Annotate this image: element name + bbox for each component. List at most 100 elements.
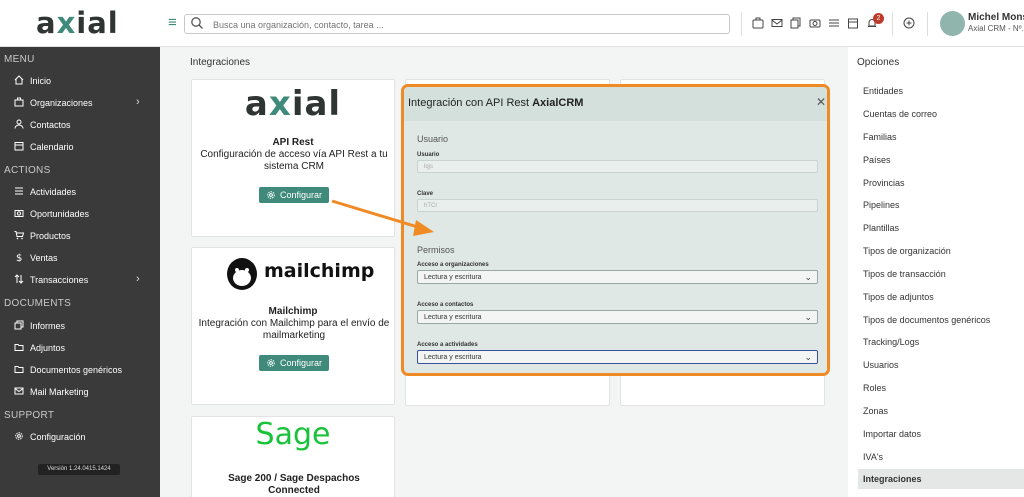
sidebar-item-productos[interactable]: Productos (14, 228, 154, 244)
option-usuarios[interactable]: Usuarios (858, 355, 1024, 375)
add-circle-icon[interactable] (903, 17, 915, 29)
sidebar-item-label: Organizaciones (30, 98, 93, 108)
header-divider (741, 12, 742, 36)
folder-icon (14, 344, 24, 351)
svg-text:$: $ (16, 253, 22, 262)
calendar-icon (14, 142, 24, 151)
option-importar-datos[interactable]: Importar datos (858, 424, 1024, 444)
sidebar-item-configuracion[interactable]: Configuración (14, 429, 154, 445)
configure-button[interactable]: Configurar (259, 355, 329, 371)
header-divider (892, 12, 893, 36)
sage-logo: Sage (255, 417, 331, 452)
configure-button-label: Configurar (280, 190, 323, 200)
option-integraciones[interactable]: Integraciones (858, 469, 1024, 489)
mailchimp-logo-text: mailchimp (264, 260, 375, 282)
option-cuentas-correo[interactable]: Cuentas de correo (858, 104, 1024, 124)
axial-logo[interactable]: axial (36, 6, 119, 40)
mail-icon (14, 387, 24, 395)
sidebar-item-actividades[interactable]: Actividades (14, 184, 154, 200)
sidebar-item-label: Adjuntos (30, 343, 66, 353)
sidebar-item-ventas[interactable]: $ Ventas (14, 250, 154, 266)
option-familias[interactable]: Familias (858, 127, 1024, 147)
modal-header: Integración con API Rest AxialCRM ✕ (404, 87, 827, 121)
sidebar-item-label: Actividades (30, 187, 77, 197)
option-zonas[interactable]: Zonas (858, 401, 1024, 421)
sidebar-item-organizaciones[interactable]: Organizaciones › (14, 95, 154, 111)
page-title: Integraciones (190, 57, 251, 68)
chevron-down-icon: ⌄ (804, 312, 812, 322)
user-icon (14, 119, 24, 129)
sidebar-item-label: Productos (30, 231, 71, 241)
option-tipos-organizacion[interactable]: Tipos de organización (858, 241, 1024, 261)
sidebar-item-label: Inicio (30, 76, 52, 86)
option-entidades[interactable]: Entidades (858, 81, 1024, 101)
version-label: Versión 1.24.0415.1424 (38, 464, 120, 475)
sidebar-item-label: Ventas (30, 253, 58, 263)
option-plantillas[interactable]: Plantillas (858, 218, 1024, 238)
header-divider (927, 12, 928, 36)
permission-select-contactos[interactable]: Lectura y escritura ⌄ (417, 310, 818, 324)
option-pipelines[interactable]: Pipelines (858, 195, 1024, 215)
mail-icon[interactable] (771, 17, 783, 29)
camera-icon[interactable] (809, 17, 821, 29)
cart-icon (14, 231, 24, 240)
options-title: Opciones (857, 57, 900, 68)
card-title: Sage 200 / Sage Despachos Connected (228, 473, 360, 496)
password-field[interactable]: hTCr (417, 199, 818, 212)
sidebar-item-label: Contactos (30, 120, 71, 130)
calendar-icon[interactable] (847, 17, 859, 29)
search-input[interactable] (213, 17, 713, 32)
axial-logo: axial (244, 84, 342, 124)
configure-button-label: Configurar (280, 358, 323, 368)
user-field[interactable]: lqjs (417, 160, 818, 173)
sidebar-item-calendario[interactable]: Calendario (14, 139, 154, 155)
sidebar-item-oportunidades[interactable]: Oportunidades (14, 206, 154, 222)
sidebar-item-inicio[interactable]: Inicio (14, 73, 154, 89)
sidebar-item-label: Transacciones (30, 275, 89, 285)
option-roles[interactable]: Roles (858, 378, 1024, 398)
chevron-right-icon: › (136, 96, 140, 108)
option-tipos-documentos-genericos[interactable]: Tipos de documentos genéricos (858, 310, 1024, 330)
card-title: API Rest (272, 137, 314, 148)
sidebar-item-label: Oportunidades (30, 209, 90, 219)
search-bar[interactable] (184, 14, 730, 34)
camera-icon (14, 210, 24, 217)
user-company: Axial CRM - Nº. C (968, 24, 1024, 33)
sidebar-item-adjuntos[interactable]: Adjuntos (14, 340, 154, 356)
password-label: Clave (417, 191, 434, 197)
briefcase-icon[interactable] (752, 17, 764, 29)
integration-card-mailchimp: mailchimp Mailchimp Integración con Mail… (191, 247, 395, 405)
option-tipos-adjuntos[interactable]: Tipos de adjuntos (858, 287, 1024, 307)
sidebar-item-mail-marketing[interactable]: Mail Marketing (14, 384, 154, 400)
sidebar-section-actions: ACTIONS (4, 165, 51, 176)
sidebar-item-contactos[interactable]: Contactos (14, 117, 154, 133)
option-provincias[interactable]: Provincias (858, 173, 1024, 193)
permission-select-organizaciones[interactable]: Lectura y escritura ⌄ (417, 270, 818, 284)
option-iva[interactable]: IVA's (858, 447, 1024, 467)
sidebar-item-informes[interactable]: Informes (14, 318, 154, 334)
gear-icon (267, 359, 275, 367)
gear-icon (15, 432, 23, 440)
permission-select-actividades[interactable]: Lectura y escritura ⌄ (417, 350, 818, 364)
option-tracking-logs[interactable]: Tracking/Logs (858, 332, 1024, 352)
sidebar-item-documentos-genericos[interactable]: Documentos genéricos (14, 362, 154, 378)
modal-title-bold: AxialCRM (532, 97, 584, 109)
folder-icon (14, 366, 24, 373)
sidebar-item-label: Informes (30, 321, 66, 331)
copy-icon (14, 320, 24, 330)
option-tipos-transaccion[interactable]: Tipos de transacción (858, 264, 1024, 284)
avatar[interactable] (940, 11, 965, 36)
permission-label-contactos: Acceso a contactos (417, 302, 474, 308)
permission-label-actividades: Acceso a actividades (417, 342, 478, 348)
close-icon[interactable]: ✕ (816, 95, 826, 109)
integration-card-api-rest: axial API Rest Configuración de acceso v… (191, 79, 395, 237)
list-icon[interactable] (828, 17, 840, 29)
user-label: Usuario (417, 152, 440, 158)
sidebar-item-transacciones[interactable]: Transacciones › (14, 272, 154, 288)
option-paises[interactable]: Países (858, 150, 1024, 170)
user-name[interactable]: Michel Mons (968, 12, 1024, 23)
menu-toggle-icon[interactable]: ≡ (168, 14, 177, 31)
briefcase-icon (14, 97, 24, 107)
configure-button[interactable]: Configurar (259, 187, 329, 203)
copy-icon[interactable] (790, 17, 802, 29)
